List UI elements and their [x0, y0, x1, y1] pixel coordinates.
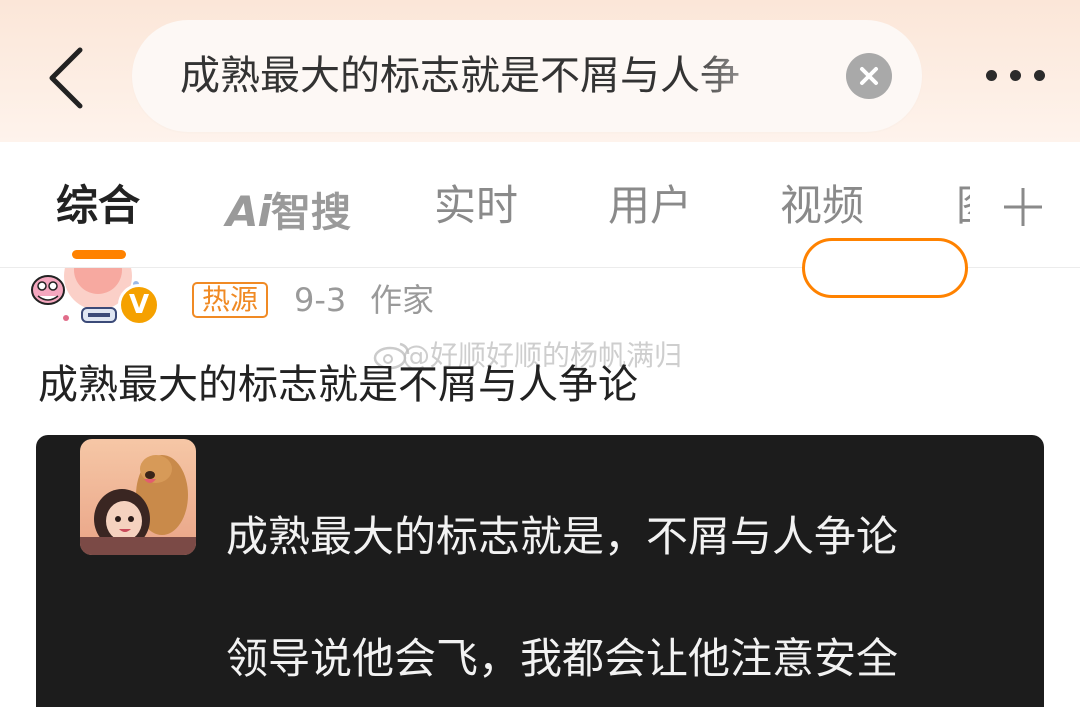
image-text-line-1: 成熟最大的标志就是，不屑与人争论: [226, 512, 899, 561]
more-dot-icon: [1010, 70, 1021, 81]
girl-with-dog-illustration: [80, 439, 196, 555]
top-bar: 成熟最大的标志就是不屑与人争: [0, 0, 1080, 142]
image-avatar: [80, 439, 196, 555]
more-dot-icon: [986, 70, 997, 81]
search-box[interactable]: 成熟最大的标志就是不屑与人争: [132, 20, 922, 132]
tab-users[interactable]: 用户: [608, 178, 692, 234]
tab-comprehensive[interactable]: 综合: [56, 178, 140, 234]
follow-button[interactable]: [802, 238, 968, 298]
hot-source-badge: 热源: [192, 282, 269, 318]
clear-search-button[interactable]: [846, 53, 892, 99]
active-tab-indicator: [72, 250, 126, 259]
post-text: 成熟最大的标志就是不屑与人争论: [38, 362, 638, 408]
tab-videos[interactable]: 视频: [780, 178, 864, 234]
post-date: 9-3: [294, 281, 347, 319]
back-button[interactable]: [36, 42, 96, 110]
more-dot-icon: [1034, 70, 1045, 81]
chevron-left-icon: [49, 47, 83, 109]
author-role: 作家: [370, 281, 435, 319]
search-input[interactable]: 成熟最大的标志就是不屑与人争: [180, 20, 800, 132]
tab-realtime[interactable]: 实时: [434, 178, 518, 234]
ai-logo-text: Ai: [226, 187, 272, 236]
tab-ai-search[interactable]: Ai智搜: [226, 180, 351, 236]
post-card: V 热源 9-3 作家 @好顺好顺的杨帆满归 成熟最大的标志就是不屑与人争论 成…: [0, 238, 1080, 707]
post-image[interactable]: 成熟最大的标志就是，不屑与人争论 领导说他会飞，我都会让他注意安全: [36, 435, 1044, 707]
plus-icon: [1004, 188, 1042, 226]
tab-ai-search-label: 智搜: [270, 190, 351, 236]
add-tab-button[interactable]: [1000, 184, 1046, 230]
image-text-line-2: 领导说他会飞，我都会让他注意安全: [226, 634, 899, 683]
verified-badge: V: [118, 284, 160, 326]
close-icon: [860, 67, 878, 85]
more-options-button[interactable]: [980, 52, 1052, 98]
tab-images[interactable]: 图: [956, 178, 970, 234]
